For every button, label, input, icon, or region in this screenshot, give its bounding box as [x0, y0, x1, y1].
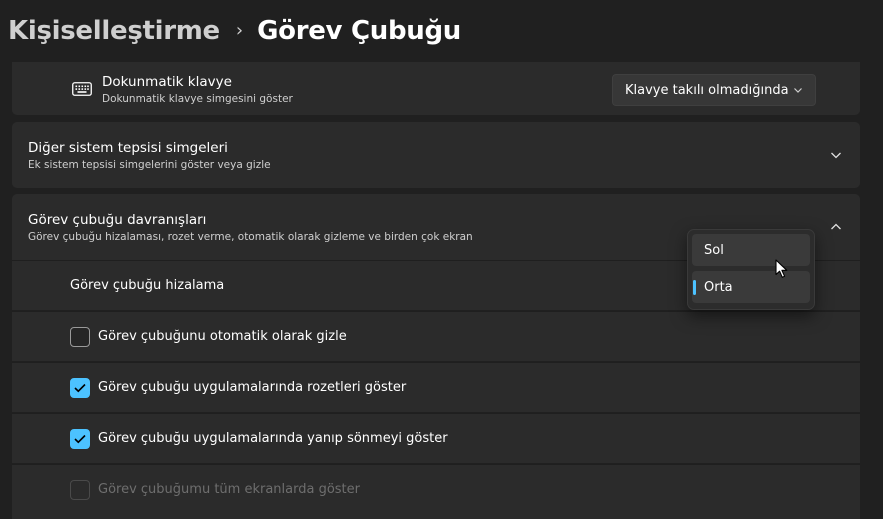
flashing-row[interactable]: Görev çubuğu uygulamalarında yanıp sönme… [12, 413, 860, 463]
chevron-up-icon[interactable] [830, 221, 842, 233]
alignment-option-center[interactable]: Orta [692, 271, 810, 303]
badges-label: Görev çubuğu uygulamalarında rozetleri g… [98, 380, 407, 395]
taskbar-behaviors-subtitle: Görev çubuğu hizalaması, rozet verme, ot… [28, 231, 473, 243]
all-displays-label: Görev çubuğumu tüm ekranlarda göster [98, 482, 360, 497]
option-label: Sol [704, 242, 724, 258]
flashing-checkbox[interactable] [70, 429, 90, 449]
page-title: Görev Çubuğu [257, 16, 461, 46]
badges-checkbox[interactable] [70, 378, 90, 398]
keyboard-icon [72, 82, 92, 96]
alignment-dropdown-menu: Sol Orta [687, 229, 815, 310]
autohide-row[interactable]: Görev çubuğunu otomatik olarak gizle [12, 311, 860, 361]
other-tray-subtitle: Ek sistem tepsisi simgelerini göster vey… [28, 159, 271, 171]
touch-keyboard-dropdown[interactable]: Klavye takılı olmadığında [612, 74, 816, 106]
chevron-down-icon[interactable] [830, 149, 842, 161]
chevron-right-icon: › [235, 19, 244, 41]
option-label: Orta [704, 279, 733, 295]
touch-keyboard-row: Dokunmatik klavye Dokunmatik klavye simg… [12, 62, 860, 115]
all-displays-row: Görev çubuğumu tüm ekranlarda göster [12, 464, 860, 519]
checkmark-icon [74, 434, 86, 444]
taskbar-alignment-label: Görev çubuğu hizalama [70, 278, 225, 293]
touch-keyboard-subtitle: Dokunmatik klavye simgesini göster [102, 93, 293, 105]
other-tray-icons-card[interactable]: Diğer sistem tepsisi simgeleri Ek sistem… [12, 122, 860, 188]
autohide-checkbox[interactable] [70, 327, 90, 347]
breadcrumb-parent[interactable]: Kişiselleştirme [8, 16, 220, 46]
touch-keyboard-title: Dokunmatik klavye [102, 74, 232, 90]
breadcrumb: Kişiselleştirme › Görev Çubuğu [0, 0, 883, 62]
chevron-down-icon [794, 88, 802, 93]
all-displays-checkbox [70, 480, 90, 500]
badges-row[interactable]: Görev çubuğu uygulamalarında rozetleri g… [12, 362, 860, 412]
selection-indicator [693, 280, 696, 295]
flashing-label: Görev çubuğu uygulamalarında yanıp sönme… [98, 431, 448, 446]
dropdown-value: Klavye takılı olmadığında [625, 82, 789, 98]
checkmark-icon [74, 383, 86, 393]
taskbar-behaviors-title: Görev çubuğu davranışları [28, 212, 207, 228]
alignment-option-left[interactable]: Sol [692, 234, 810, 266]
mouse-pointer-icon [775, 259, 788, 278]
autohide-label: Görev çubuğunu otomatik olarak gizle [98, 329, 347, 344]
other-tray-title: Diğer sistem tepsisi simgeleri [28, 140, 228, 156]
